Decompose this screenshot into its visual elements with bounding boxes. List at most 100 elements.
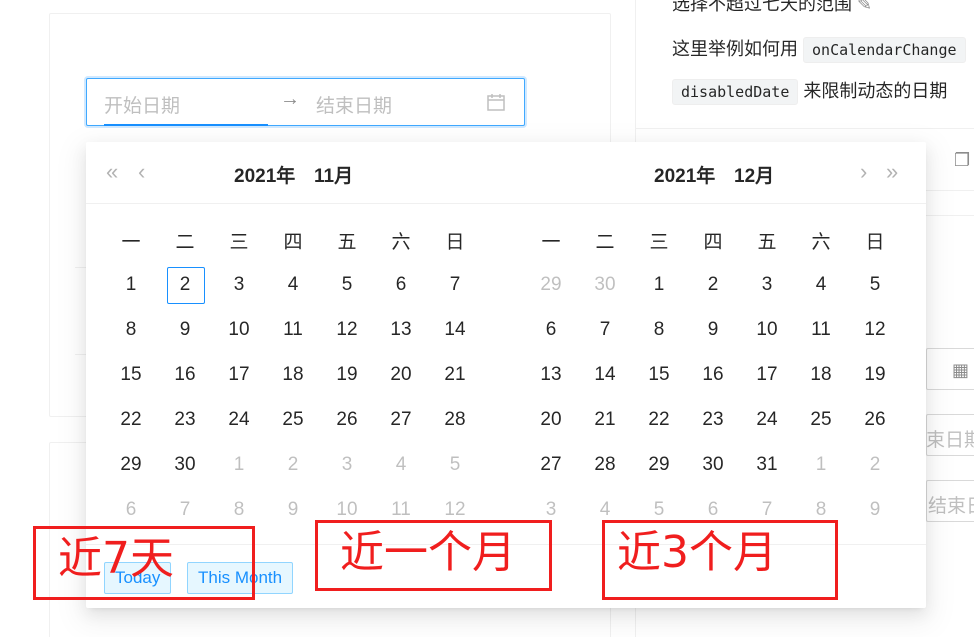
weekday-header: 三 xyxy=(229,232,249,253)
date-cell-outside[interactable]: 2 xyxy=(848,442,902,487)
date-cell[interactable]: 29 xyxy=(632,442,686,487)
date-cell[interactable]: 1 xyxy=(632,262,686,307)
date-cell[interactable]: 21 xyxy=(428,352,482,397)
date-cell-outside[interactable]: 2 xyxy=(266,442,320,487)
date-cell[interactable]: 11 xyxy=(794,307,848,352)
date-cell[interactable]: 19 xyxy=(848,352,902,397)
date-cell[interactable]: 23 xyxy=(158,397,212,442)
super-next-icon[interactable]: » xyxy=(886,160,898,184)
weekday-header: 日 xyxy=(865,232,885,253)
doc-line: disabledDate 来限制动态的日期 xyxy=(672,77,947,106)
date-cell[interactable]: 7 xyxy=(578,307,632,352)
date-cell[interactable]: 5 xyxy=(320,262,374,307)
date-cell[interactable]: 3 xyxy=(740,262,794,307)
date-cell[interactable]: 17 xyxy=(212,352,266,397)
date-cell[interactable]: 11 xyxy=(266,307,320,352)
date-cell-outside[interactable]: 1 xyxy=(212,442,266,487)
date-cell[interactable]: 20 xyxy=(524,397,578,442)
date-cell[interactable]: 24 xyxy=(740,397,794,442)
date-cell[interactable]: 23 xyxy=(686,397,740,442)
weekday-header: 四 xyxy=(703,232,723,253)
date-cell[interactable]: 12 xyxy=(320,307,374,352)
prev-icon[interactable]: ‹ xyxy=(138,160,145,184)
date-cell[interactable]: 13 xyxy=(524,352,578,397)
next-icon[interactable]: › xyxy=(860,160,867,184)
date-cell[interactable]: 27 xyxy=(524,442,578,487)
month-label[interactable]: 12月 xyxy=(734,161,774,188)
date-cell[interactable]: 12 xyxy=(848,307,902,352)
date-cell[interactable]: 19 xyxy=(320,352,374,397)
date-cell[interactable]: 16 xyxy=(158,352,212,397)
date-cell[interactable]: 14 xyxy=(428,307,482,352)
date-cell-outside[interactable]: 29 xyxy=(524,262,578,307)
annotation-last-month: 近一个月 xyxy=(315,520,552,591)
date-cell[interactable]: 13 xyxy=(374,307,428,352)
date-cell[interactable]: 8 xyxy=(632,307,686,352)
start-date-input[interactable]: 开始日期 xyxy=(104,91,180,118)
date-cell[interactable]: 31 xyxy=(740,442,794,487)
active-input-bar xyxy=(104,124,268,126)
date-cell[interactable]: 15 xyxy=(104,352,158,397)
date-cell[interactable]: 30 xyxy=(158,442,212,487)
date-cell[interactable]: 8 xyxy=(104,307,158,352)
doc-description: 选择不超过七天的范围 ✎ xyxy=(672,0,872,16)
date-cell[interactable]: 28 xyxy=(578,442,632,487)
date-cell[interactable]: 27 xyxy=(374,397,428,442)
date-cell[interactable]: 7 xyxy=(428,262,482,307)
date-cell[interactable]: 4 xyxy=(794,262,848,307)
date-cell[interactable]: 22 xyxy=(632,397,686,442)
date-cell-outside[interactable]: 9 xyxy=(266,487,320,532)
date-cell[interactable]: 25 xyxy=(266,397,320,442)
weekday-header: 三 xyxy=(649,232,669,253)
date-cell[interactable]: 10 xyxy=(212,307,266,352)
date-cell[interactable]: 26 xyxy=(848,397,902,442)
date-cell-outside[interactable]: 3 xyxy=(320,442,374,487)
date-cell[interactable]: 26 xyxy=(320,397,374,442)
date-cell[interactable]: 16 xyxy=(686,352,740,397)
date-cell[interactable]: 2 xyxy=(158,262,212,307)
date-cell[interactable]: 30 xyxy=(686,442,740,487)
date-cell[interactable]: 18 xyxy=(794,352,848,397)
date-cell[interactable]: 6 xyxy=(374,262,428,307)
date-cell[interactable]: 18 xyxy=(266,352,320,397)
end-date-input[interactable]: 结束日期 xyxy=(316,91,392,118)
date-cell[interactable]: 17 xyxy=(740,352,794,397)
date-cell[interactable]: 24 xyxy=(212,397,266,442)
date-cell-outside[interactable]: 1 xyxy=(794,442,848,487)
code-snippet: onCalendarChange xyxy=(803,37,966,64)
copy-icon[interactable]: ❐ xyxy=(954,150,970,171)
date-cell-outside[interactable]: 30 xyxy=(578,262,632,307)
annotation-last-7-days: 近7天 xyxy=(33,526,255,600)
date-cell[interactable]: 28 xyxy=(428,397,482,442)
date-cell[interactable]: 6 xyxy=(524,307,578,352)
date-cell[interactable]: 3 xyxy=(212,262,266,307)
date-cell[interactable]: 9 xyxy=(158,307,212,352)
edit-icon[interactable]: ✎ xyxy=(857,0,872,14)
date-cell-outside[interactable]: 4 xyxy=(374,442,428,487)
date-cell[interactable]: 21 xyxy=(578,397,632,442)
panel-header: « ‹ 2021年 11月 xyxy=(86,142,506,204)
date-cell[interactable]: 1 xyxy=(104,262,158,307)
year-label[interactable]: 2021年 xyxy=(654,161,715,188)
date-cell[interactable]: 25 xyxy=(794,397,848,442)
weekday-header: 五 xyxy=(757,232,777,253)
weekday-header: 六 xyxy=(811,232,831,253)
date-cell[interactable]: 29 xyxy=(104,442,158,487)
date-cell[interactable]: 2 xyxy=(686,262,740,307)
date-cell[interactable]: 14 xyxy=(578,352,632,397)
date-cell[interactable]: 4 xyxy=(266,262,320,307)
date-cell-outside[interactable]: 9 xyxy=(848,487,902,532)
date-cell[interactable]: 22 xyxy=(104,397,158,442)
super-prev-icon[interactable]: « xyxy=(106,160,118,184)
date-cell-outside[interactable]: 5 xyxy=(428,442,482,487)
date-cell[interactable]: 10 xyxy=(740,307,794,352)
date-cell[interactable]: 9 xyxy=(686,307,740,352)
annotation-last-3-months: 近3个月 xyxy=(602,520,838,600)
date-cell[interactable]: 5 xyxy=(848,262,902,307)
date-cell[interactable]: 15 xyxy=(632,352,686,397)
panel-header: 2021年 12月 › » xyxy=(506,142,926,204)
month-label[interactable]: 11月 xyxy=(314,161,353,188)
date-cell[interactable]: 20 xyxy=(374,352,428,397)
range-picker-input[interactable]: 开始日期 → 结束日期 xyxy=(86,78,525,126)
year-label[interactable]: 2021年 xyxy=(234,161,295,188)
